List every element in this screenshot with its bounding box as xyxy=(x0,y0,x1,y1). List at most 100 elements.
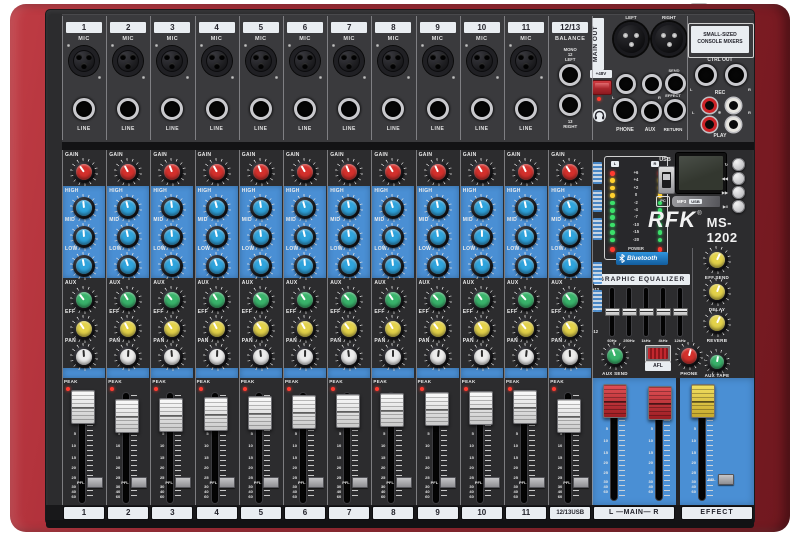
pan-knob[interactable] xyxy=(203,343,231,371)
channel-fader[interactable] xyxy=(71,390,95,424)
pan-knob[interactable] xyxy=(247,343,275,371)
low-knob[interactable] xyxy=(158,252,186,280)
xlr-hole xyxy=(474,54,480,60)
pfl-button[interactable] xyxy=(718,474,734,485)
low-knob[interactable] xyxy=(379,252,407,280)
gain-knob[interactable] xyxy=(556,158,584,186)
pan-knob[interactable] xyxy=(556,343,584,371)
next-button[interactable] xyxy=(732,186,745,199)
graphic-eq-title: GRAPHIC EQUALIZER xyxy=(594,274,690,285)
low-knob[interactable] xyxy=(468,252,496,280)
low-knob[interactable] xyxy=(556,252,584,280)
aux-send-label: AUX SEND xyxy=(593,371,637,376)
channel-fader[interactable] xyxy=(115,399,139,433)
low-knob[interactable] xyxy=(70,252,98,280)
fader-scale-number: 10 xyxy=(508,443,518,448)
gain-knob[interactable] xyxy=(114,158,142,186)
pan-knob[interactable] xyxy=(335,343,363,371)
pfl-button[interactable] xyxy=(573,477,589,488)
previous-button[interactable] xyxy=(732,172,745,185)
low-knob[interactable] xyxy=(291,252,319,280)
channel-label: 3 xyxy=(154,22,190,33)
pfl-button[interactable] xyxy=(396,477,412,488)
pan-knob[interactable] xyxy=(424,343,452,371)
pfl-button[interactable] xyxy=(308,477,324,488)
main-fader-left[interactable] xyxy=(603,384,627,418)
channel-fader[interactable] xyxy=(248,396,272,430)
xlr-hole xyxy=(130,54,136,60)
pfl-button[interactable] xyxy=(352,477,368,488)
gain-knob[interactable] xyxy=(247,158,275,186)
low-knob[interactable] xyxy=(247,252,275,280)
xlr-hole xyxy=(253,54,259,60)
fader-scale-number: 15 xyxy=(508,455,518,460)
channel-fader[interactable] xyxy=(469,391,493,425)
gain-knob[interactable] xyxy=(158,158,186,186)
aux-send-knob[interactable] xyxy=(601,342,629,370)
eq-slider[interactable] xyxy=(673,308,688,316)
main-fader-right[interactable] xyxy=(648,386,672,420)
main-left-label: LEFT xyxy=(614,15,648,20)
xlr-hole xyxy=(430,54,436,60)
panel-screw xyxy=(376,44,379,47)
phantom-switch[interactable] xyxy=(592,80,612,95)
low-knob[interactable] xyxy=(114,252,142,280)
delay-knob[interactable] xyxy=(703,278,731,306)
line-label: LINE xyxy=(106,126,150,132)
low-knob[interactable] xyxy=(335,252,363,280)
pfl-button[interactable] xyxy=(484,477,500,488)
eq-slider[interactable] xyxy=(605,308,620,316)
pan-knob[interactable] xyxy=(114,343,142,371)
effect-fader[interactable] xyxy=(691,384,715,418)
channel-fader[interactable] xyxy=(204,397,228,431)
pan-knob[interactable] xyxy=(379,343,407,371)
channel-fader[interactable] xyxy=(380,393,404,427)
pan-knob[interactable] xyxy=(468,343,496,371)
afl-button[interactable] xyxy=(645,345,671,362)
pfl-button[interactable] xyxy=(219,477,235,488)
channel-fader[interactable] xyxy=(557,399,581,433)
channel-fader[interactable] xyxy=(513,390,537,424)
low-knob[interactable] xyxy=(512,252,540,280)
channel-fader[interactable] xyxy=(292,395,316,429)
meter-scale-label: +6 xyxy=(615,170,657,176)
low-knob[interactable] xyxy=(424,252,452,280)
pfl-button[interactable] xyxy=(131,477,147,488)
xlr-hole xyxy=(174,54,180,60)
meter-scale-label: +4 xyxy=(615,177,657,183)
afl-label: AFL xyxy=(645,362,671,371)
pfl-button[interactable] xyxy=(87,477,103,488)
gain-knob[interactable] xyxy=(70,158,98,186)
fader-channel-label: 6 xyxy=(285,507,325,519)
phone-knob[interactable] xyxy=(675,342,703,370)
pan-knob[interactable] xyxy=(291,343,319,371)
mic-label: MIC xyxy=(62,36,106,42)
eq-slider[interactable] xyxy=(622,308,637,316)
gain-knob[interactable] xyxy=(512,158,540,186)
low-knob[interactable] xyxy=(203,252,231,280)
pfl-button[interactable] xyxy=(440,477,456,488)
eq-slider[interactable] xyxy=(656,308,671,316)
pfl-button[interactable] xyxy=(263,477,279,488)
gain-knob[interactable] xyxy=(379,158,407,186)
pan-knob[interactable] xyxy=(70,343,98,371)
pfl-button[interactable] xyxy=(529,477,545,488)
channel-fader[interactable] xyxy=(159,398,183,432)
gain-knob[interactable] xyxy=(468,158,496,186)
gain-knob[interactable] xyxy=(424,158,452,186)
gain-knob[interactable] xyxy=(335,158,363,186)
pan-knob[interactable] xyxy=(512,343,540,371)
gain-knob[interactable] xyxy=(203,158,231,186)
reverb-knob[interactable] xyxy=(703,309,731,337)
pfl-button[interactable] xyxy=(175,477,191,488)
pan-knob[interactable] xyxy=(158,343,186,371)
channel-fader[interactable] xyxy=(425,392,449,426)
repeat-button[interactable] xyxy=(732,158,745,171)
eff-send-knob[interactable] xyxy=(703,246,731,274)
panel-screw xyxy=(540,76,543,79)
gain-knob[interactable] xyxy=(291,158,319,186)
mic-label: MIC xyxy=(195,36,239,42)
mic-xlr-input xyxy=(157,46,187,76)
channel-fader[interactable] xyxy=(336,394,360,428)
eq-slider[interactable] xyxy=(639,308,654,316)
